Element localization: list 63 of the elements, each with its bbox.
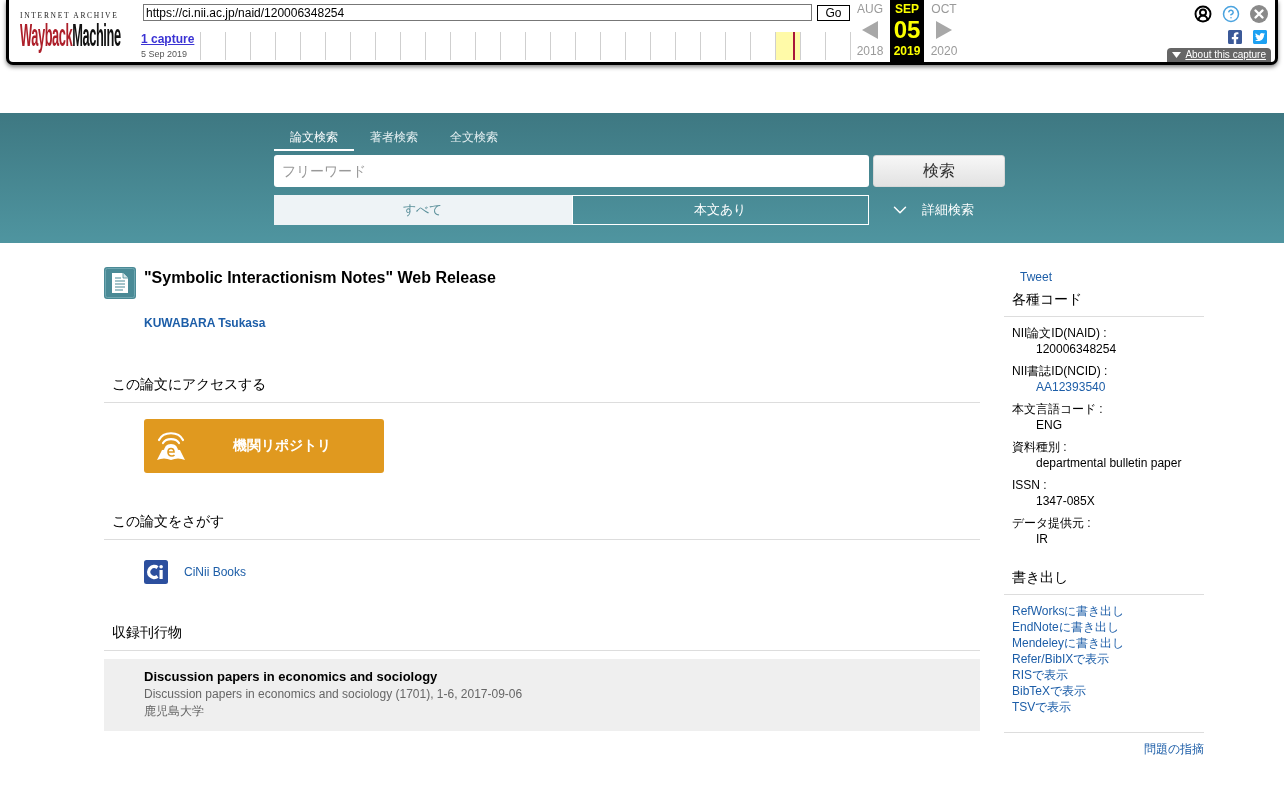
code-label: データ提供元 : [1012,515,1091,531]
facebook-icon[interactable] [1227,29,1243,45]
calendar-month: OCT [931,2,957,16]
code-label: 資料種別 : [1012,439,1067,455]
article-title: "Symbolic Interactionism Notes" Web Release [144,268,496,288]
author-link[interactable]: KUWABARA Tsukasa [144,315,266,331]
export-link[interactable]: RefWorksに書き出し [1012,603,1125,619]
codes-heading: 各種コード [1004,285,1204,317]
search-tab[interactable]: 著者検索 [354,129,434,151]
tweet-link[interactable]: Tweet [1020,269,1052,285]
export-link[interactable]: Refer/BibIXで表示 [1012,651,1110,667]
capture-date: 5 Sep 2019 [141,48,188,60]
document-icon [104,267,136,299]
calendar-month: SEP [895,2,919,16]
next-arrow-icon[interactable] [936,21,952,39]
code-value: 1347-085X [1035,493,1095,509]
code-label: NII書誌ID(NCID) : [1012,363,1108,379]
code-value: IR [1035,531,1048,547]
caret-icon [1172,52,1182,58]
captures-link[interactable]: 1 capture [141,32,195,46]
go-button[interactable]: Go [817,4,850,21]
code-label: ISSN : [1012,477,1047,493]
capture-timeline-drawing[interactable] [200,32,851,60]
section-heading: この論文にアクセスする [104,368,980,403]
report-problem-link[interactable]: 問題の指摘 [1144,741,1204,757]
calendar-year: 2020 [930,44,958,58]
code-link[interactable]: AA12393540 [1012,379,1106,395]
section-heading: 収録刊行物 [104,616,980,651]
user-icon[interactable] [1194,5,1212,23]
calendar-day: 05 [893,16,921,44]
calendar-year: 2019 [893,44,921,58]
code-value: ENG [1035,417,1062,433]
search-tab[interactable]: 全文検索 [434,129,514,151]
calendar-month: AUG [857,2,883,16]
export-heading: 書き出し [1004,563,1204,595]
section-heading: この論文をさがす [104,505,980,540]
previous-arrow-icon[interactable] [862,21,878,39]
cinii-logo-icon[interactable] [144,560,168,584]
url-field[interactable]: https://ci.nii.ac.jp/naid/120006348254 [143,4,812,21]
twitter-icon[interactable] [1252,29,1268,45]
search-button[interactable]: 検索 [873,155,1005,187]
close-icon[interactable] [1250,5,1268,23]
search-tab[interactable]: 論文検索 [274,129,354,151]
publication-detail: Discussion papers in economics and sociology (1701), 1-6, 2017-09-06 [144,686,523,703]
advanced-search-button[interactable]: 詳細検索 [889,199,974,221]
publication-title[interactable]: Discussion papers in economics and sociology [144,668,438,686]
export-link[interactable]: Mendeleyに書き出し [1012,635,1125,651]
code-value: 120006348254 [1035,341,1117,357]
code-label: 本文言語コード : [1012,401,1103,417]
export-link[interactable]: TSVで表示 [1012,699,1072,715]
about-capture-button[interactable]: About this capture [1167,48,1271,62]
search-field[interactable]: フリーワード [274,155,869,187]
code-label: NII論文ID(NAID) : [1012,325,1107,341]
filter-toggle[interactable]: 本文あり [571,195,869,225]
repository-icon [156,430,186,462]
publication-publisher: 鹿児島大学 [144,703,204,720]
help-icon[interactable] [1222,5,1240,23]
calendar-year: 2018 [856,44,884,58]
code-value: departmental bulletin paper [1035,455,1182,471]
export-link[interactable]: BibTeXで表示 [1012,683,1087,699]
cinii-books-link[interactable]: CiNii Books [184,564,246,580]
export-link[interactable]: RISで表示 [1012,667,1068,683]
export-link[interactable]: EndNoteに書き出し [1012,619,1119,635]
